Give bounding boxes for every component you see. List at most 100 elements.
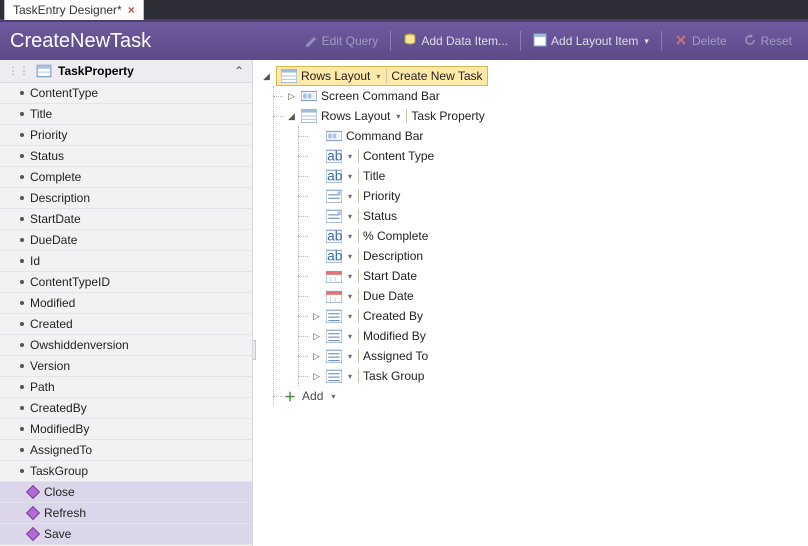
collapse-icon[interactable]: ◢ xyxy=(286,111,297,122)
chevron-down-icon[interactable]: ▾ xyxy=(346,152,354,161)
sidebar-item[interactable]: StartDate xyxy=(0,209,252,230)
sidebar-item[interactable]: Description xyxy=(0,188,252,209)
sidebar-item-label: Path xyxy=(30,380,55,394)
sidebar-item[interactable]: ContentType xyxy=(0,83,252,104)
chevron-down-icon[interactable]: ▾ xyxy=(346,212,354,221)
bullet-icon xyxy=(20,427,24,431)
tree-root-row[interactable]: ◢ Rows Layout ▾ Create New Task xyxy=(259,66,802,86)
tree-node-field[interactable]: ▷▾Start Date xyxy=(309,266,802,286)
chevron-down-icon[interactable]: ▾ xyxy=(346,172,354,181)
chevron-down-icon[interactable]: ▾ xyxy=(346,272,354,281)
add-layout-item-button[interactable]: Add Layout Item ▾ xyxy=(527,31,655,52)
chevron-down-icon[interactable]: ▾ xyxy=(346,232,354,241)
method-icon xyxy=(26,527,40,541)
reset-button[interactable]: Reset xyxy=(737,31,798,52)
text-field-icon xyxy=(326,149,342,163)
tree-node-relation[interactable]: ▷▾Created By xyxy=(309,306,802,326)
sidebar-item[interactable]: ContentTypeID xyxy=(0,272,252,293)
tree-node-field[interactable]: ▷▾Due Date xyxy=(309,286,802,306)
toolbar-separator xyxy=(661,31,662,51)
sidebar-method-item[interactable]: Save xyxy=(0,524,252,545)
tree-node-command-bar[interactable]: ▷Command Bar xyxy=(309,126,802,146)
tree-node-field[interactable]: ▷▾Title xyxy=(309,166,802,186)
expand-icon[interactable]: ▷ xyxy=(286,91,297,102)
sidebar-item[interactable]: Created xyxy=(0,314,252,335)
tab-taskentry-designer[interactable]: TaskEntry Designer* × xyxy=(4,0,144,20)
tree-node-relation[interactable]: ▷▾Task Group xyxy=(309,366,802,386)
tree-node-field[interactable]: ▷▾Priority xyxy=(309,186,802,206)
chevron-down-icon[interactable]: ▾ xyxy=(394,112,402,121)
text-field-icon xyxy=(326,229,342,243)
sidebar-item[interactable]: DueDate xyxy=(0,230,252,251)
sidebar-item[interactable]: Path xyxy=(0,377,252,398)
sidebar-header[interactable]: ⋮⋮ TaskProperty ⌃ xyxy=(0,60,252,83)
delete-button[interactable]: Delete xyxy=(668,31,733,52)
tree-node-relation[interactable]: ▷▾Modified By xyxy=(309,326,802,346)
sidebar-item-label: Priority xyxy=(30,128,67,142)
text-field-icon xyxy=(326,169,342,183)
tree-node-field[interactable]: ▷▾Description xyxy=(309,246,802,266)
drag-handle-icon[interactable]: ⋮⋮ xyxy=(8,66,30,77)
add-data-item-button[interactable]: Add Data Item... xyxy=(397,31,514,52)
bullet-icon xyxy=(20,406,24,410)
bullet-icon xyxy=(20,217,24,221)
tree-node-field[interactable]: ▷▾% Complete xyxy=(309,226,802,246)
sidebar-item-label: Title xyxy=(30,107,52,121)
sidebar-item-label: TaskGroup xyxy=(30,464,88,478)
method-icon xyxy=(26,485,40,499)
sidebar-item-label: DueDate xyxy=(30,233,77,247)
list-field-icon xyxy=(326,189,342,203)
sidebar-item[interactable]: AssignedTo xyxy=(0,440,252,461)
chevron-down-icon: ▾ xyxy=(644,36,649,47)
sidebar-item[interactable]: Owshiddenversion xyxy=(0,335,252,356)
database-icon xyxy=(403,33,417,50)
sidebar-item[interactable]: Complete xyxy=(0,167,252,188)
chevron-down-icon[interactable]: ▾ xyxy=(346,312,354,321)
bullet-icon xyxy=(20,154,24,158)
expand-icon[interactable]: ▷ xyxy=(311,311,322,322)
chevron-down-icon[interactable]: ▾ xyxy=(374,72,382,81)
bullet-icon xyxy=(20,91,24,95)
sidebar-item-label: Version xyxy=(30,359,70,373)
sidebar-method-item[interactable]: Close xyxy=(0,482,252,503)
tree-node-field[interactable]: ▷▾Content Type xyxy=(309,146,802,166)
chevron-down-icon[interactable]: ▾ xyxy=(346,372,354,381)
sidebar-item[interactable]: Priority xyxy=(0,125,252,146)
add-node-button[interactable]: ＋ Add ▾ xyxy=(284,386,802,406)
bullet-icon xyxy=(20,133,24,137)
sidebar-item[interactable]: Title xyxy=(0,104,252,125)
expand-icon[interactable]: ▷ xyxy=(311,371,322,382)
sidebar-item-label: Description xyxy=(30,191,90,205)
sidebar-item[interactable]: Modified xyxy=(0,293,252,314)
bullet-icon xyxy=(20,322,24,326)
sidebar-item[interactable]: Status xyxy=(0,146,252,167)
chevron-down-icon[interactable]: ▾ xyxy=(346,352,354,361)
bullet-icon xyxy=(20,112,24,116)
chevron-down-icon[interactable]: ▾ xyxy=(346,252,354,261)
chevron-down-icon[interactable]: ▾ xyxy=(346,332,354,341)
sidebar-item-label: ModifiedBy xyxy=(30,422,89,436)
sidebar-item[interactable]: TaskGroup xyxy=(0,461,252,482)
layout-icon xyxy=(533,33,547,50)
expand-icon[interactable]: ▷ xyxy=(311,331,322,342)
tree-node-field[interactable]: ▷▾Status xyxy=(309,206,802,226)
sidebar-method-item[interactable]: Refresh xyxy=(0,503,252,524)
sidebar-item[interactable]: Id xyxy=(0,251,252,272)
plus-icon: ＋ xyxy=(284,388,296,405)
sidebar-item[interactable]: ModifiedBy xyxy=(0,419,252,440)
tree-node-task-property[interactable]: ◢ Rows Layout ▾ Task Property xyxy=(284,106,802,126)
expand-icon[interactable]: ▷ xyxy=(311,351,322,362)
bullet-icon xyxy=(20,385,24,389)
sidebar-item[interactable]: CreatedBy xyxy=(0,398,252,419)
tree-node-relation[interactable]: ▷▾Assigned To xyxy=(309,346,802,366)
close-icon[interactable]: × xyxy=(128,3,135,17)
splitter-handle[interactable] xyxy=(253,340,256,360)
chevron-up-icon[interactable]: ⌃ xyxy=(234,64,244,78)
tree-node-screen-command-bar[interactable]: ▷ Screen Command Bar xyxy=(284,86,802,106)
sidebar-item[interactable]: Version xyxy=(0,356,252,377)
text-field-icon xyxy=(326,249,342,263)
collapse-icon[interactable]: ◢ xyxy=(261,71,272,82)
chevron-down-icon[interactable]: ▾ xyxy=(346,292,354,301)
edit-query-button[interactable]: Edit Query xyxy=(298,31,385,52)
chevron-down-icon[interactable]: ▾ xyxy=(346,192,354,201)
